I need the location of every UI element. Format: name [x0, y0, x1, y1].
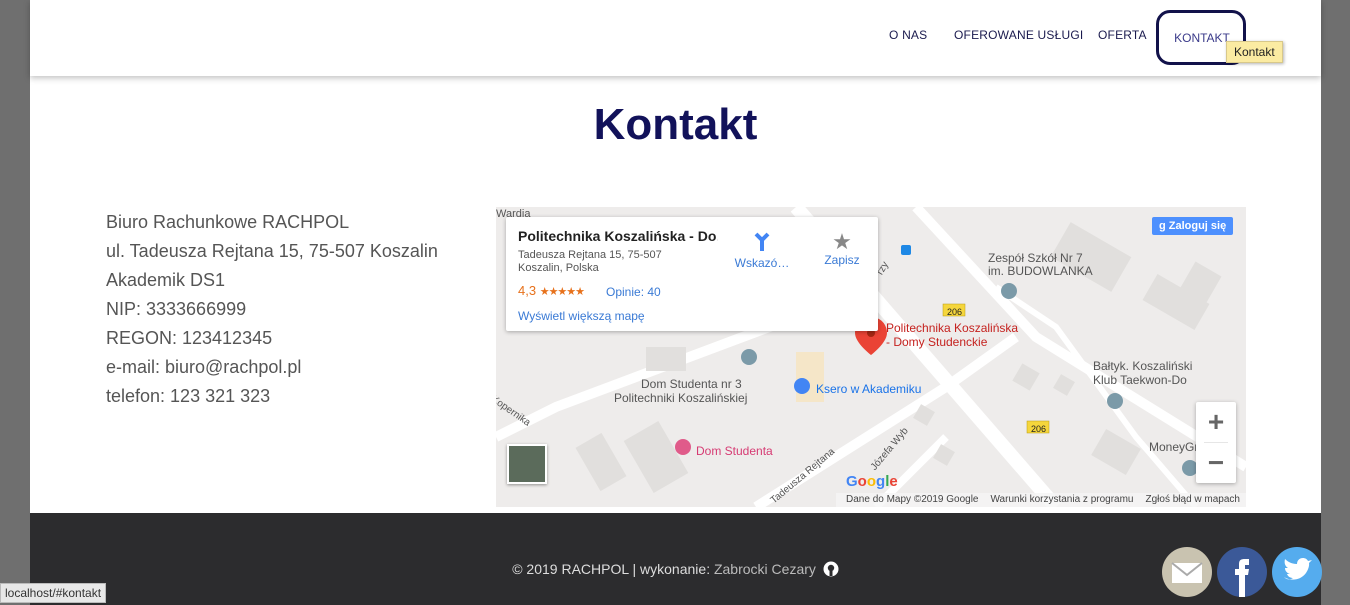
twitter-icon[interactable]	[1272, 547, 1322, 597]
directions-icon	[754, 232, 770, 251]
zoom-controls: + −	[1196, 402, 1236, 483]
map-terms-link[interactable]: Warunki korzystania z programu	[990, 494, 1133, 507]
nav-item-kontakt-label: KONTAKT	[1174, 30, 1230, 45]
place-address: Tadeusza Rejtana 15, 75-507 Koszalin, Po…	[518, 249, 662, 275]
footer: © 2019 RACHPOL | wykonanie: Zabrocki Cez…	[30, 513, 1321, 605]
page-title: Kontakt	[593, 100, 758, 149]
directions-button[interactable]: Wskazó…	[732, 231, 792, 270]
google-g-icon: g	[1159, 220, 1166, 232]
star-icon: ★	[832, 229, 852, 254]
email-icon[interactable]	[1162, 547, 1212, 597]
copyright-text: © 2019 RACHPOL | wykonanie:	[512, 561, 714, 577]
map-data-credit: Dane do Mapy ©2019 Google	[846, 494, 979, 505]
satellite-toggle[interactable]	[507, 444, 547, 484]
save-label: Zapisz	[824, 253, 860, 267]
rating-stars-icon: ★★★★★	[539, 286, 585, 298]
larger-map-link[interactable]: Wyświetl większą mapę	[518, 309, 645, 323]
place-rating: 4,3 ★★★★★	[518, 283, 585, 298]
map-label-zespol2: im. BUDOWLANKA	[988, 264, 1093, 278]
directions-label: Wskazó…	[734, 256, 790, 270]
map-label-zespol: Zespół Szkół Nr 7	[988, 251, 1083, 265]
save-button[interactable]: ★ Zapisz	[812, 229, 872, 268]
google-map[interactable]: Wardia Zespół Szkół Nr 7 im. BUDOWLANKA …	[496, 207, 1246, 507]
contact-phone: telefon: 123 321 323	[106, 386, 271, 406]
zoom-out-button[interactable]: −	[1196, 443, 1236, 483]
contact-regon: REGON: 123412345	[106, 328, 273, 348]
place-address-line2: Koszalin, Polska	[518, 262, 599, 274]
map-report-link[interactable]: Zgłoś błąd w mapach	[1146, 494, 1241, 507]
contact-address: ul. Tadeusza Rejtana 15, 75-507 Koszalin	[106, 241, 438, 261]
map-label-baltyk2: Klub Taekwon-Do	[1093, 373, 1187, 387]
google-logo: Google	[846, 473, 898, 490]
map-label-baltyk: Bałtyk. Koszaliński	[1093, 359, 1193, 373]
contact-email: e-mail: biuro@rachpol.pl	[106, 357, 302, 377]
map-label-politechnika2: - Domy Studenckie	[886, 335, 988, 349]
facebook-icon[interactable]	[1217, 547, 1267, 597]
contact-building: Akademik DS1	[106, 270, 226, 290]
map-label-ksero: Ksero w Akademiku	[816, 382, 922, 396]
rating-value: 4,3	[518, 283, 537, 298]
browser-status-bar: localhost/#kontakt	[0, 583, 107, 603]
map-label-road206a: 206	[947, 307, 963, 317]
nav-item-oferta[interactable]: OFERTA	[1098, 28, 1147, 42]
map-footer: Dane do Mapy ©2019 Google Warunki korzys…	[836, 493, 1246, 507]
map-label-politechnika: Politechnika Koszalińska	[886, 321, 1019, 335]
nav-item-uslugi[interactable]: OFEROWANE USŁUGI	[954, 28, 1083, 42]
map-label-dom-nr3: Dom Studenta nr 3	[641, 377, 742, 391]
place-address-line1: Tadeusza Rejtana 15, 75-507	[518, 249, 662, 261]
map-info-window: Politechnika Koszalińska - Do… Tadeusza …	[506, 217, 878, 331]
page: O NAS OFEROWANE USŁUGI OFERTA KONTAKT Ko…	[30, 0, 1321, 605]
footer-text: © 2019 RACHPOL | wykonanie: Zabrocki Cez…	[30, 561, 1321, 577]
contact-nip: NIP: 3333666999	[106, 299, 247, 319]
contact-info: Biuro Rachunkowe RACHPOL ul. Tadeusza Re…	[106, 208, 438, 411]
nav-item-o-nas[interactable]: O NAS	[889, 28, 927, 42]
tooltip: Kontakt	[1226, 41, 1283, 63]
contact-company: Biuro Rachunkowe RACHPOL	[106, 212, 350, 232]
signin-label: Zaloguj się	[1168, 220, 1227, 232]
github-icon[interactable]	[823, 561, 839, 577]
reviews-link[interactable]: Opinie: 40	[606, 285, 661, 299]
navbar: O NAS OFEROWANE USŁUGI OFERTA KONTAKT Ko…	[30, 0, 1321, 76]
map-label-road206b: 206	[1031, 424, 1047, 434]
map-label-dom-studenta: Dom Studenta	[696, 444, 773, 458]
map-label-dom-nr3b: Politechniki Koszalińskiej	[614, 391, 748, 405]
place-title: Politechnika Koszalińska - Do…	[518, 228, 718, 244]
signin-button[interactable]: g Zaloguj się	[1152, 217, 1234, 235]
author-link[interactable]: Zabrocki Cezary	[714, 561, 816, 577]
zoom-in-button[interactable]: +	[1196, 402, 1236, 442]
